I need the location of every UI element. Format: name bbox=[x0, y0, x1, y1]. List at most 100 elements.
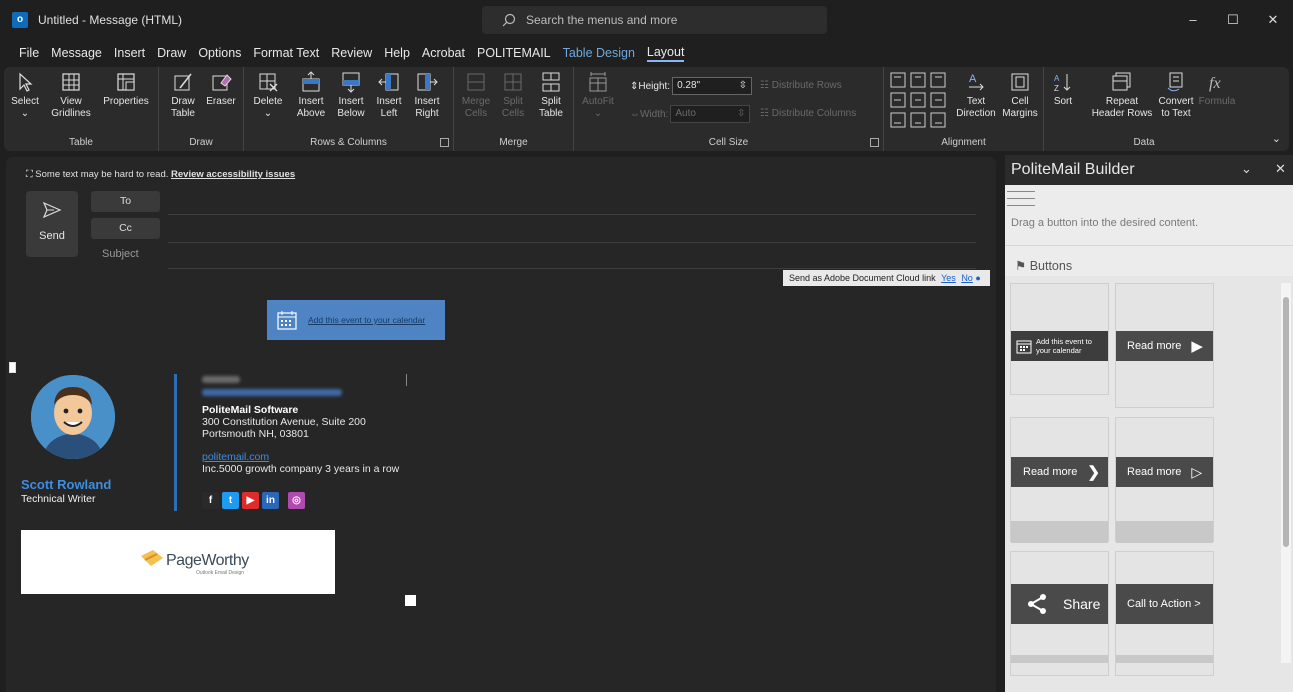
maximize-button[interactable]: ☐ bbox=[1213, 0, 1253, 40]
collapse-ribbon-button[interactable]: ⌄ bbox=[1272, 132, 1281, 145]
convert-to-text-button[interactable]: Convert to Text bbox=[1156, 71, 1196, 120]
distribute-rows-button[interactable]: ☷ Distribute Rows bbox=[760, 80, 842, 91]
delete-button[interactable]: Delete ⌄ bbox=[250, 71, 286, 120]
tab-help[interactable]: Help bbox=[384, 46, 410, 60]
text-direction-button[interactable]: A Text Direction bbox=[954, 71, 998, 120]
tile-read-more-1[interactable]: Read more ▶ bbox=[1115, 283, 1214, 408]
tab-acrobat[interactable]: Acrobat bbox=[422, 46, 465, 60]
tab-file[interactable]: File bbox=[19, 46, 39, 60]
send-icon bbox=[42, 201, 62, 219]
tile-read-more-3[interactable]: Read more ▷ bbox=[1115, 417, 1214, 543]
signature-company: PoliteMail Software bbox=[202, 404, 299, 416]
autofit-button[interactable]: AutoFit ⌄ bbox=[580, 71, 616, 120]
tab-options[interactable]: Options bbox=[198, 46, 241, 60]
draw-table-icon bbox=[174, 73, 192, 91]
tab-message[interactable]: Message bbox=[51, 46, 102, 60]
adobe-yes-link[interactable]: Yes bbox=[941, 273, 956, 283]
insert-left-button[interactable]: Insert Left bbox=[372, 71, 406, 120]
website-link[interactable]: politemail.com bbox=[202, 451, 269, 463]
scroll-thumb[interactable] bbox=[1283, 297, 1289, 547]
pageworthy-sub: Outlook Email Design bbox=[196, 570, 245, 576]
insert-above-button[interactable]: Insert Above bbox=[294, 71, 328, 120]
group-label-alignment: Alignment bbox=[941, 137, 986, 148]
chevron-right-icon: ❯ bbox=[1087, 464, 1100, 481]
to-field[interactable] bbox=[168, 214, 976, 215]
sort-button[interactable]: AZ Sort bbox=[1048, 71, 1078, 108]
panel-close-icon[interactable]: ✕ bbox=[1275, 161, 1286, 177]
adobe-no-link[interactable]: No bbox=[961, 273, 973, 283]
rows-columns-launcher[interactable] bbox=[440, 138, 449, 147]
width-field[interactable]: Auto ⇳ bbox=[670, 105, 751, 123]
compose-pane: ⛶ Some text may be hard to read. Review … bbox=[6, 157, 996, 692]
tile-calendar[interactable]: Add this event to your calendar bbox=[1010, 283, 1109, 395]
svg-text:A: A bbox=[969, 73, 977, 85]
signature-divider bbox=[174, 374, 177, 511]
insert-below-button[interactable]: Insert Below bbox=[334, 71, 368, 120]
properties-button[interactable]: Properties bbox=[98, 71, 154, 108]
tile-read-more-3-button: Read more ▷ bbox=[1116, 457, 1213, 487]
split-cells-button[interactable]: Split Cells bbox=[498, 71, 528, 120]
table-move-handle[interactable] bbox=[9, 362, 16, 373]
tab-politemail[interactable]: POLITEMAIL bbox=[477, 46, 551, 60]
text-cursor bbox=[406, 374, 407, 386]
svg-text:fx: fx bbox=[1209, 75, 1221, 92]
politemail-builder-panel: PoliteMail Builder ⌄ ✕ Drag a button int… bbox=[1005, 155, 1293, 692]
cell-margins-button[interactable]: Cell Margins bbox=[1000, 71, 1040, 120]
tab-layout[interactable]: Layout bbox=[646, 45, 685, 62]
minimize-button[interactable]: – bbox=[1173, 0, 1213, 40]
instagram-icon[interactable]: ◎ bbox=[288, 492, 305, 509]
tile-call-to-action[interactable]: Call to Action > bbox=[1115, 551, 1214, 676]
tile-read-more-2[interactable]: Read more ❯ bbox=[1010, 417, 1109, 543]
tab-table-design[interactable]: Table Design bbox=[563, 46, 635, 60]
group-alignment: A Text Direction Cell Margins Alignment bbox=[884, 67, 1044, 151]
cc-field[interactable] bbox=[168, 242, 976, 243]
search-input[interactable]: Search the menus and more bbox=[482, 6, 827, 34]
cell-alignment-grid-icon bbox=[890, 72, 946, 128]
draw-table-button[interactable]: Draw Table bbox=[167, 71, 199, 120]
select-button[interactable]: Select ⌄ bbox=[10, 71, 40, 120]
review-accessibility-link[interactable]: Review accessibility issues bbox=[171, 169, 295, 180]
help-icon[interactable]: ● bbox=[975, 273, 980, 283]
spin-icon[interactable]: ⇳ bbox=[739, 78, 747, 94]
signature-address-1: 300 Constitution Avenue, Suite 200 bbox=[202, 416, 366, 428]
repeat-header-rows-button[interactable]: Repeat Header Rows bbox=[1090, 71, 1154, 120]
tab-insert[interactable]: Insert bbox=[114, 46, 145, 60]
hamburger-menu-icon[interactable] bbox=[1007, 191, 1035, 212]
calendar-icon bbox=[277, 311, 297, 330]
height-field[interactable]: 0.28" ⇳ bbox=[672, 77, 753, 95]
split-table-button[interactable]: Split Table bbox=[534, 71, 568, 120]
tile-call-to-action-button: Call to Action > bbox=[1116, 584, 1213, 624]
merge-cells-button[interactable]: Merge Cells bbox=[460, 71, 492, 120]
eraser-button[interactable]: Eraser bbox=[203, 71, 239, 108]
window-title: Untitled - Message (HTML) bbox=[38, 13, 183, 27]
cell-size-launcher[interactable] bbox=[870, 138, 879, 147]
subject-field[interactable] bbox=[168, 268, 976, 269]
facebook-icon[interactable]: f bbox=[202, 492, 219, 509]
youtube-icon[interactable]: ▶ bbox=[242, 492, 259, 509]
linkedin-icon[interactable]: in bbox=[262, 492, 279, 509]
sort-icon: AZ bbox=[1054, 74, 1071, 93]
distribute-columns-button[interactable]: ☷ Distribute Columns bbox=[760, 108, 856, 119]
merge-cells-icon bbox=[467, 73, 485, 91]
panel-scrollbar[interactable] bbox=[1281, 283, 1291, 663]
cc-button[interactable]: Cc bbox=[91, 218, 160, 239]
resize-handle[interactable] bbox=[405, 595, 416, 606]
panel-options-icon[interactable]: ⌄ bbox=[1241, 161, 1252, 177]
to-button[interactable]: To bbox=[91, 191, 160, 212]
tab-draw[interactable]: Draw bbox=[157, 46, 186, 60]
tile-share[interactable]: Share bbox=[1010, 551, 1109, 676]
insert-right-button[interactable]: Insert Right bbox=[410, 71, 444, 120]
formula-button[interactable]: fx Formula bbox=[1198, 71, 1236, 108]
close-button[interactable]: ✕ bbox=[1253, 0, 1293, 40]
tab-format-text[interactable]: Format Text bbox=[253, 46, 319, 60]
convert-text-icon bbox=[1167, 72, 1183, 92]
calendar-event-button[interactable]: Add this event to your calendar bbox=[267, 300, 445, 340]
gridlines-icon bbox=[62, 73, 80, 91]
spin-icon[interactable]: ⇳ bbox=[737, 106, 745, 122]
twitter-icon[interactable]: t bbox=[222, 492, 239, 509]
view-gridlines-button[interactable]: View Gridlines bbox=[48, 71, 94, 120]
send-button[interactable]: Send bbox=[26, 191, 78, 257]
group-label-rows-columns: Rows & Columns bbox=[310, 137, 387, 148]
tile-share-button: Share bbox=[1011, 584, 1108, 624]
tab-review[interactable]: Review bbox=[331, 46, 372, 60]
